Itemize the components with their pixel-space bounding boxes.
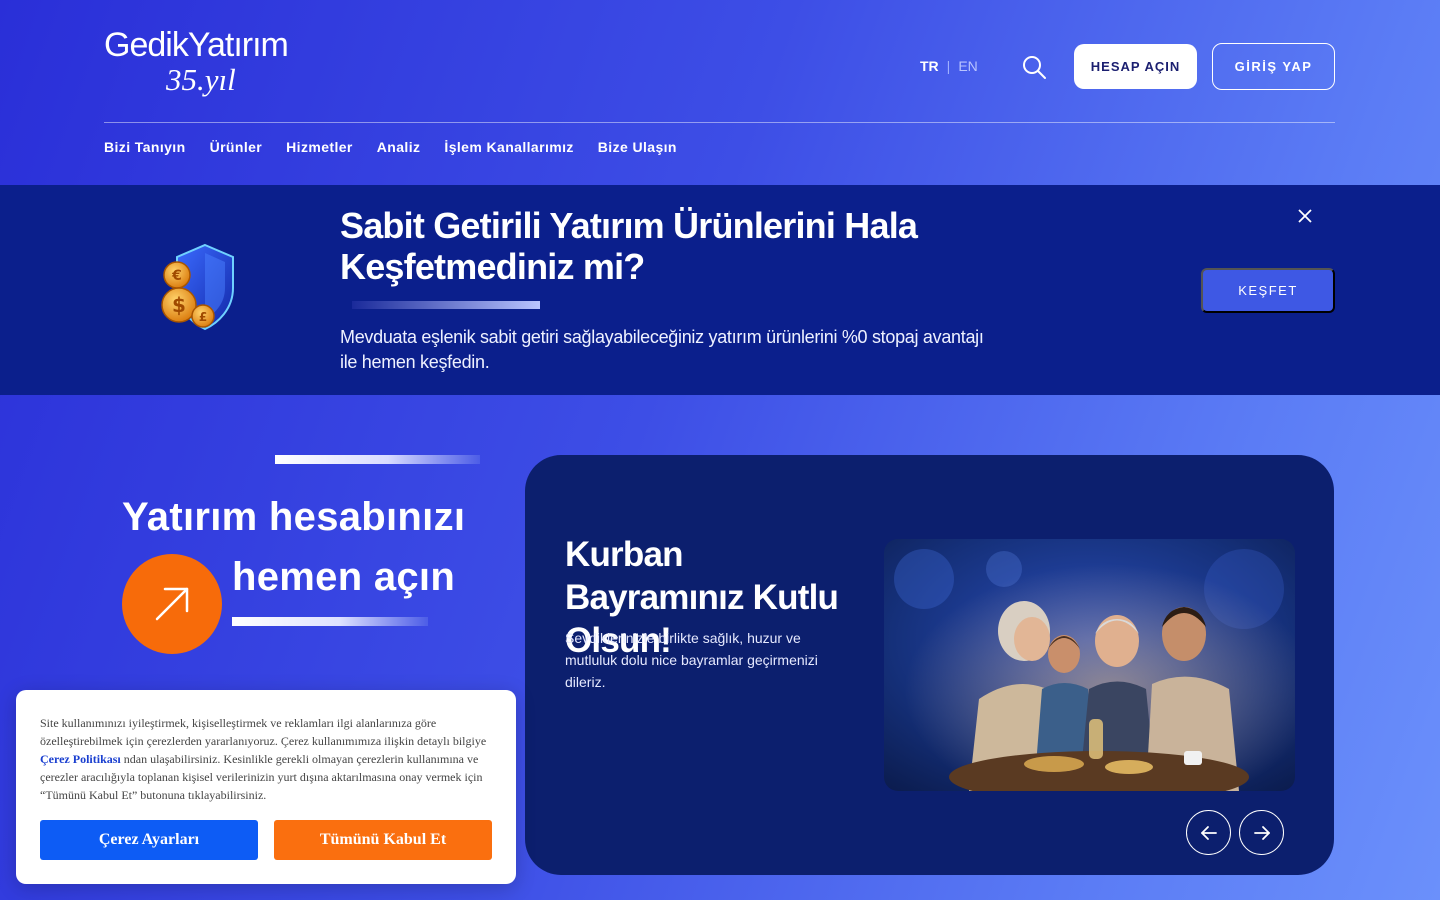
hero-headline-line2: hemen açın <box>232 555 456 599</box>
hero-accent-bar-top <box>275 455 480 464</box>
cookie-consent-dialog: Site kullanımınızı iyileştirmek, kişisel… <box>16 690 516 884</box>
open-account-button[interactable]: HESAP AÇIN <box>1074 44 1197 89</box>
slider-prev-button[interactable] <box>1186 810 1231 855</box>
logo-tagline: 35.yıl <box>166 62 236 97</box>
main-nav: Bizi Tanıyın Ürünler Hizmetler Analiz İş… <box>104 139 677 155</box>
slider-next-button[interactable] <box>1239 810 1284 855</box>
logo-brand: GedikYatırım <box>104 26 289 64</box>
open-account-arrow-button[interactable] <box>122 554 222 654</box>
lang-en[interactable]: EN <box>958 58 977 74</box>
header-divider <box>104 122 1335 123</box>
accept-all-cookies-button[interactable]: Tümünü Kabul Et <box>274 820 492 860</box>
cookie-settings-button[interactable]: Çerez Ayarları <box>40 820 258 860</box>
promo-title: Sabit Getirili Yatırım Ürünlerini Hala K… <box>340 205 918 287</box>
site-header: GedikYatırım 35.yıl TR | EN HESAP AÇIN G… <box>0 0 1440 185</box>
slide-description: Sevdiklerinizle birlikte sağlık, huzur v… <box>565 630 818 690</box>
promo-banner: € $ £ Sabit Getirili Yatırım Ürünlerini … <box>0 185 1440 395</box>
cookie-text: Site kullanımınızı iyileştirmek, kişisel… <box>40 714 492 804</box>
hero-accent-bar-bottom <box>232 617 428 626</box>
search-icon[interactable] <box>1020 53 1048 81</box>
arrow-left-icon <box>1200 825 1217 840</box>
nav-item-contact[interactable]: Bize Ulaşın <box>598 139 677 155</box>
nav-item-analysis[interactable]: Analiz <box>377 139 421 155</box>
language-switcher: TR | EN <box>920 58 978 74</box>
nav-item-channels[interactable]: İşlem Kanallarımız <box>444 139 573 155</box>
lang-separator: | <box>946 58 951 74</box>
hero-headline-line1: Yatırım hesabınızı <box>122 495 466 539</box>
cookie-text-before: Site kullanımınızı iyileştirmek, kişisel… <box>40 716 487 748</box>
svg-text:€: € <box>171 268 182 284</box>
coins-shield-icon: € $ £ <box>155 243 240 333</box>
svg-text:$: $ <box>172 293 186 317</box>
nav-item-about[interactable]: Bizi Tanıyın <box>104 139 186 155</box>
nav-item-products[interactable]: Ürünler <box>210 139 263 155</box>
svg-text:£: £ <box>199 310 207 324</box>
promo-description: Mevduata eşlenik sabit getiri sağlayabil… <box>340 327 984 372</box>
discover-button[interactable]: KEŞFET <box>1201 268 1335 313</box>
logo[interactable]: GedikYatırım 35.yıl <box>104 26 314 108</box>
close-icon[interactable] <box>1296 207 1314 225</box>
family-photo <box>884 539 1295 791</box>
cookie-policy-link[interactable]: Çerez Politikası <box>40 752 121 766</box>
arrow-right-icon <box>1253 825 1270 840</box>
arrow-up-right-icon <box>155 587 189 621</box>
lang-tr[interactable]: TR <box>920 58 939 74</box>
slider-card: Kurban Bayramınız Kutlu Olsun! Sevdikler… <box>525 455 1334 875</box>
nav-item-services[interactable]: Hizmetler <box>286 139 353 155</box>
login-button[interactable]: GİRİŞ YAP <box>1212 43 1335 90</box>
promo-accent-bar <box>352 301 540 309</box>
